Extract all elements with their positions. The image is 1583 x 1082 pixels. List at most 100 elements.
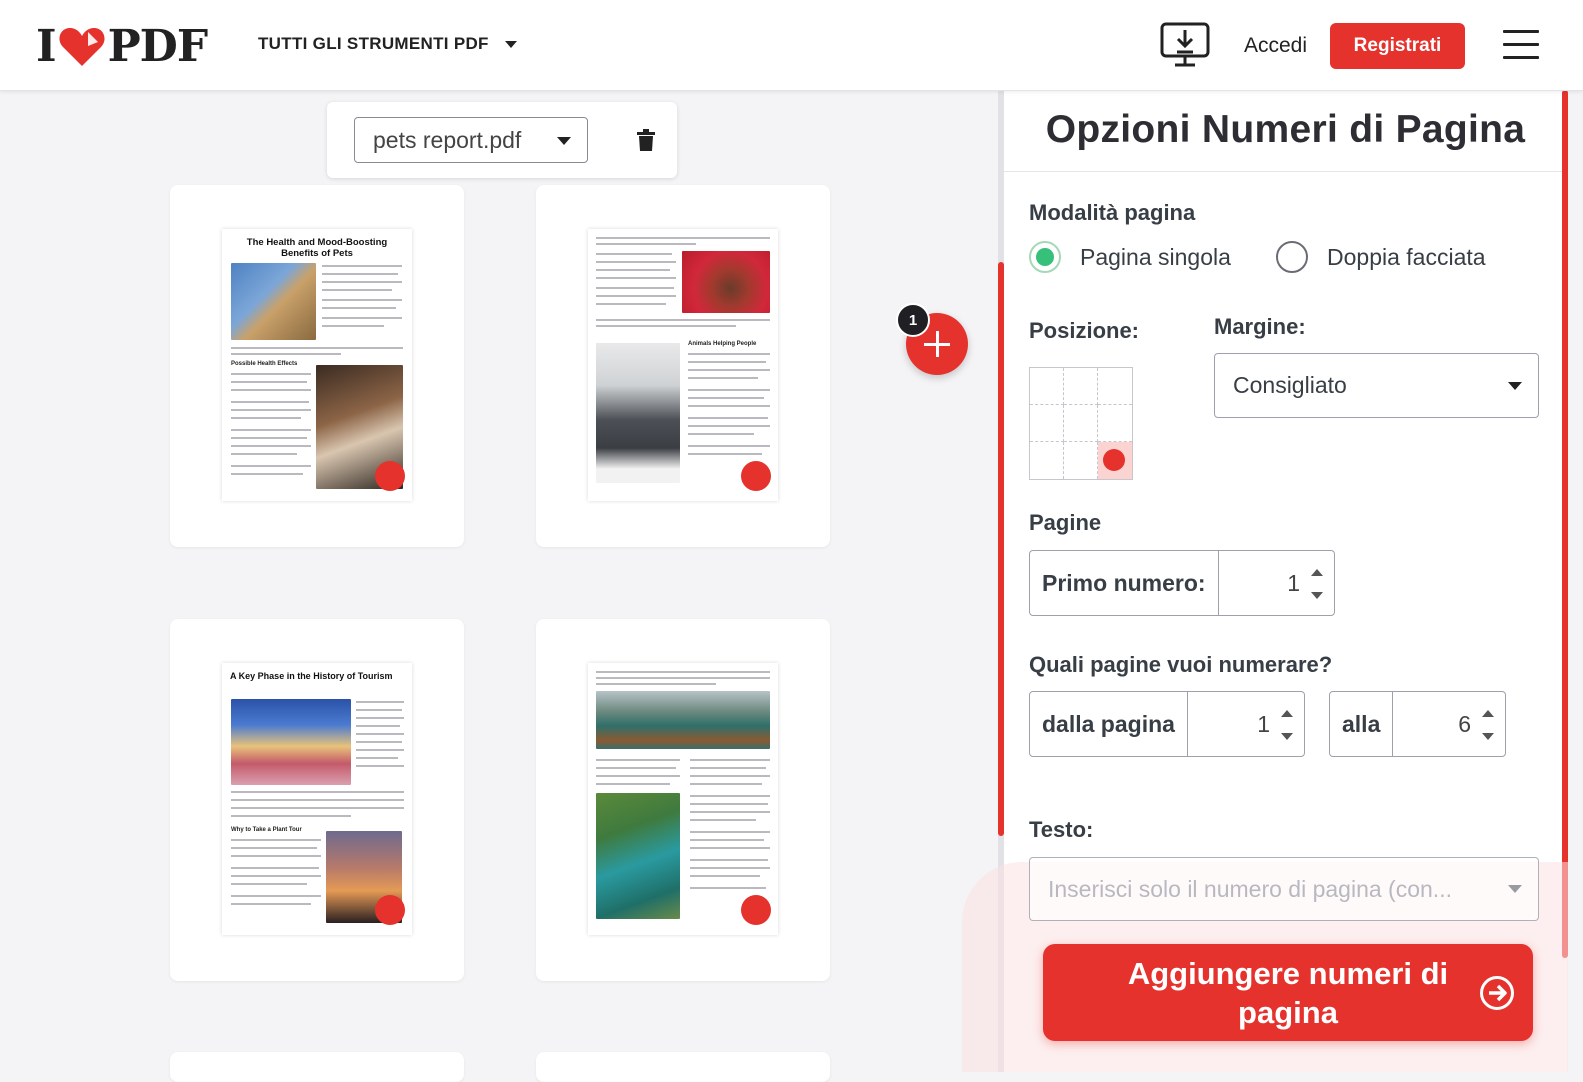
text-line (690, 803, 768, 805)
text-line (596, 277, 676, 279)
text-line (356, 749, 404, 751)
text-line (231, 373, 311, 375)
text-line (322, 273, 398, 275)
hamburger-line (1503, 43, 1539, 46)
chevron-down-icon (557, 137, 571, 145)
text-line (690, 847, 770, 849)
position-middle-center[interactable] (1064, 405, 1098, 442)
page-thumbnail-card[interactable]: A Key Phase in the History of Tourism Wh… (170, 619, 464, 981)
text-line (690, 859, 768, 861)
jungle-river-photo (596, 793, 680, 919)
radio-single-page[interactable] (1029, 241, 1061, 273)
text-line (690, 811, 770, 813)
text-line (356, 765, 404, 767)
page-subheading: Why to Take a Plant Tour (231, 827, 302, 833)
pages-label: Pagine (1029, 510, 1102, 535)
text-line (356, 741, 402, 743)
text-format-select[interactable]: Inserisci solo il numero di pagina (con.… (1029, 857, 1539, 921)
text-line (596, 759, 680, 761)
position-top-center[interactable] (1064, 368, 1098, 405)
radio-facing-pages-label[interactable]: Doppia facciata (1327, 244, 1486, 271)
text-line (688, 389, 770, 391)
position-top-left[interactable] (1030, 368, 1064, 405)
sidebar-scrollbar[interactable] (1562, 90, 1568, 958)
all-tools-menu[interactable]: TUTTI GLI STRUMENTI PDF (258, 34, 517, 54)
text-line (231, 347, 403, 349)
number-stepper-icon[interactable] (1311, 569, 1323, 599)
ilovepdf-logo[interactable]: I PDF (36, 21, 208, 72)
first-number-value: 1 (1287, 569, 1300, 596)
add-page-numbers-button[interactable]: Aggiungere numeri di pagina (1043, 944, 1533, 1041)
to-page-input[interactable]: 6 (1393, 692, 1505, 756)
text-line (690, 819, 756, 821)
position-middle-left[interactable] (1030, 405, 1064, 442)
page-thumbnail-card[interactable]: The Health and Mood-Boosting Benefits of… (170, 185, 464, 547)
page-thumbnail-card[interactable]: Animals Helping People (536, 185, 830, 547)
logo-letter-i: I (36, 20, 57, 72)
text-line (356, 725, 400, 727)
text-line (322, 265, 402, 267)
sidebar-title-divider (1004, 171, 1567, 172)
margin-select[interactable]: Consigliato (1214, 353, 1539, 418)
desktop-download-icon[interactable] (1160, 22, 1210, 68)
page-thumbnail-card[interactable] (536, 1052, 830, 1082)
position-bottom-left[interactable] (1030, 442, 1064, 479)
text-line (690, 795, 770, 797)
text-format-placeholder: Inserisci solo il numero di pagina (con.… (1048, 875, 1452, 902)
page-preview: Animals Helping People (588, 229, 778, 501)
text-line (231, 791, 404, 793)
text-line (231, 815, 351, 817)
text-line (688, 425, 770, 427)
text-line (690, 887, 766, 889)
page-title: A Key Phase in the History of Tourism (230, 671, 393, 681)
text-line (356, 733, 404, 735)
text-line (231, 807, 404, 809)
radio-single-page-label[interactable]: Pagina singola (1080, 244, 1231, 271)
text-line (596, 775, 680, 777)
radio-facing-pages[interactable] (1276, 241, 1308, 273)
page-thumbnail-card[interactable] (536, 619, 830, 981)
page-number-marker (375, 461, 405, 491)
margin-select-value: Consigliato (1233, 372, 1347, 398)
text-line (322, 325, 384, 327)
position-bottom-right[interactable] (1098, 442, 1132, 479)
text-line (688, 453, 762, 455)
text-line (596, 319, 770, 321)
text-line (231, 903, 311, 905)
heart-logo-icon (59, 28, 105, 66)
text-line (596, 287, 674, 289)
text-line (690, 831, 770, 833)
text-line (596, 295, 676, 297)
text-line (596, 683, 716, 685)
cat-photo (231, 263, 316, 340)
page-thumbnail-card[interactable] (170, 1052, 464, 1082)
text-line (231, 465, 311, 467)
number-stepper-icon[interactable] (1482, 710, 1494, 740)
top-navbar: I PDF TUTTI GLI STRUMENTI PDF Accedi Reg… (0, 0, 1583, 91)
page-number-marker (741, 895, 771, 925)
position-bottom-center[interactable] (1064, 442, 1098, 479)
login-link[interactable]: Accedi (1244, 34, 1307, 58)
text-line (322, 281, 402, 283)
position-top-right[interactable] (1098, 368, 1132, 405)
text-line (231, 855, 321, 857)
from-page-input[interactable]: 1 (1188, 692, 1304, 756)
text-line (356, 717, 404, 719)
text-line (690, 783, 762, 785)
file-toolbar: pets report.pdf (327, 102, 677, 178)
number-stepper-icon[interactable] (1281, 710, 1293, 740)
position-middle-right[interactable] (1098, 405, 1132, 442)
text-line (231, 389, 311, 391)
file-select-value: pets report.pdf (373, 126, 522, 153)
hamburger-menu-icon[interactable] (1503, 30, 1539, 60)
text-line (356, 709, 402, 711)
text-line (596, 237, 770, 239)
text-line (688, 433, 754, 435)
trash-icon[interactable] (637, 129, 655, 151)
first-number-input[interactable]: 1 (1219, 551, 1334, 615)
first-number-field: Primo numero: 1 (1029, 550, 1335, 616)
file-select-dropdown[interactable]: pets report.pdf (354, 117, 588, 163)
text-line (596, 303, 666, 305)
signup-button[interactable]: Registrati (1330, 23, 1465, 69)
add-page-numbers-label: Aggiungere numeri di pagina (1127, 955, 1449, 1030)
